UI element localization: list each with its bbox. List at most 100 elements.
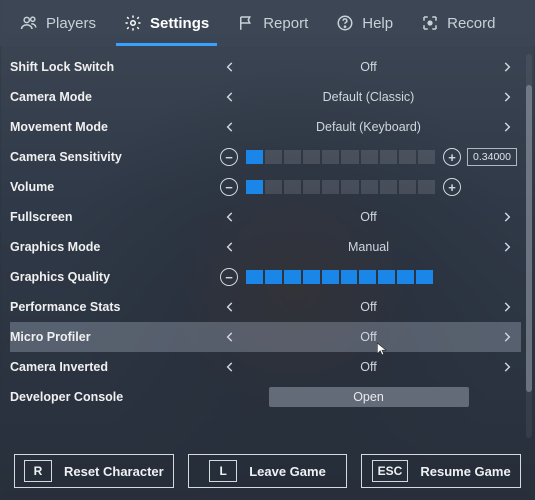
slider-segment bbox=[399, 150, 416, 164]
setting-label: Camera Inverted bbox=[10, 360, 220, 374]
chevron-right-icon[interactable] bbox=[497, 88, 517, 106]
slider-segment bbox=[418, 150, 435, 164]
slider-segment bbox=[322, 180, 339, 194]
setting-shift-lock: Shift Lock Switch Off bbox=[10, 52, 521, 82]
setting-camera-sensitivity: Camera Sensitivity − + 0.34000 bbox=[10, 142, 521, 172]
chevron-right-icon[interactable] bbox=[497, 328, 517, 346]
record-icon bbox=[421, 14, 439, 32]
slider-segment bbox=[418, 180, 435, 194]
setting-label: Camera Sensitivity bbox=[10, 150, 220, 164]
setting-value: Default (Keyboard) bbox=[316, 120, 421, 134]
gear-icon bbox=[124, 14, 142, 32]
volume-slider[interactable] bbox=[246, 180, 435, 194]
sensitivity-slider[interactable] bbox=[246, 150, 435, 164]
chevron-left-icon[interactable] bbox=[220, 328, 240, 346]
leave-game-button[interactable]: L Leave Game bbox=[188, 454, 348, 488]
tab-report[interactable]: Report bbox=[223, 0, 322, 46]
chevron-right-icon[interactable] bbox=[497, 208, 517, 226]
reset-character-button[interactable]: R Reset Character bbox=[14, 454, 174, 488]
slider-segment bbox=[246, 270, 263, 284]
slider-segment bbox=[284, 180, 301, 194]
setting-label: Developer Console bbox=[10, 390, 220, 404]
tab-settings[interactable]: Settings bbox=[110, 0, 223, 46]
setting-movement-mode: Movement Mode Default (Keyboard) bbox=[10, 112, 521, 142]
help-icon bbox=[336, 14, 354, 32]
pause-menu: Players Settings Report Help Record bbox=[0, 0, 535, 500]
slider-segment bbox=[246, 150, 263, 164]
chevron-right-icon[interactable] bbox=[497, 298, 517, 316]
tab-help[interactable]: Help bbox=[322, 0, 407, 46]
scrollbar[interactable] bbox=[526, 54, 532, 438]
slider-segment bbox=[361, 180, 378, 194]
slider-segment bbox=[416, 270, 433, 284]
players-icon bbox=[20, 14, 38, 32]
decrease-button[interactable]: − bbox=[220, 178, 238, 196]
setting-value: Off bbox=[360, 300, 376, 314]
chevron-left-icon[interactable] bbox=[220, 208, 240, 226]
slider-segment bbox=[265, 150, 282, 164]
slider-segment bbox=[246, 180, 263, 194]
slider-segment bbox=[303, 150, 320, 164]
setting-label: Graphics Quality bbox=[10, 270, 220, 284]
button-label: Reset Character bbox=[64, 464, 164, 479]
tab-record[interactable]: Record bbox=[407, 0, 509, 46]
chevron-left-icon[interactable] bbox=[220, 118, 240, 136]
setting-label: Shift Lock Switch bbox=[10, 60, 220, 74]
setting-value: Manual bbox=[348, 240, 389, 254]
tab-players[interactable]: Players bbox=[6, 0, 110, 46]
resume-game-button[interactable]: ESC Resume Game bbox=[361, 454, 521, 488]
open-dev-console-button[interactable]: Open bbox=[269, 387, 469, 407]
slider-segment bbox=[265, 180, 282, 194]
chevron-left-icon[interactable] bbox=[220, 298, 240, 316]
chevron-left-icon[interactable] bbox=[220, 58, 240, 76]
graphics-quality-slider[interactable] bbox=[246, 270, 433, 284]
slider-segment bbox=[341, 180, 358, 194]
slider-segment bbox=[341, 150, 358, 164]
slider-segment bbox=[359, 270, 376, 284]
setting-value: Off bbox=[360, 210, 376, 224]
slider-segment bbox=[284, 270, 301, 284]
slider-segment bbox=[380, 180, 397, 194]
tab-report-label: Report bbox=[263, 15, 308, 32]
slider-segment bbox=[380, 150, 397, 164]
slider-segment bbox=[265, 270, 282, 284]
slider-segment bbox=[378, 270, 395, 284]
chevron-left-icon[interactable] bbox=[220, 88, 240, 106]
setting-label: Micro Profiler bbox=[10, 330, 220, 344]
setting-camera-inverted: Camera Inverted Off bbox=[10, 352, 521, 382]
sensitivity-value-box[interactable]: 0.34000 bbox=[467, 148, 517, 166]
setting-value: Off bbox=[360, 360, 376, 374]
keycap: ESC bbox=[372, 460, 409, 482]
decrease-button[interactable]: − bbox=[220, 148, 238, 166]
keycap: R bbox=[24, 460, 52, 482]
slider-segment bbox=[397, 270, 414, 284]
setting-graphics-quality: Graphics Quality − bbox=[10, 262, 521, 292]
slider-segment bbox=[303, 180, 320, 194]
setting-label: Movement Mode bbox=[10, 120, 220, 134]
setting-label: Fullscreen bbox=[10, 210, 220, 224]
settings-list: Shift Lock Switch Off Camera Mode Defaul… bbox=[0, 46, 521, 446]
decrease-button[interactable]: − bbox=[220, 268, 238, 286]
footer-buttons: R Reset Character L Leave Game ESC Resum… bbox=[0, 446, 535, 500]
slider-segment bbox=[284, 150, 301, 164]
tab-settings-label: Settings bbox=[150, 15, 209, 32]
scrollbar-thumb[interactable] bbox=[526, 85, 532, 392]
slider-segment bbox=[361, 150, 378, 164]
settings-scroll-area: Shift Lock Switch Off Camera Mode Defaul… bbox=[0, 46, 535, 446]
chevron-right-icon[interactable] bbox=[497, 58, 517, 76]
chevron-right-icon[interactable] bbox=[497, 118, 517, 136]
setting-graphics-mode: Graphics Mode Manual bbox=[10, 232, 521, 262]
flag-icon bbox=[237, 14, 255, 32]
chevron-left-icon[interactable] bbox=[220, 238, 240, 256]
setting-value: Default (Classic) bbox=[323, 90, 415, 104]
tab-help-label: Help bbox=[362, 15, 393, 32]
setting-value: Off bbox=[360, 60, 376, 74]
chevron-right-icon[interactable] bbox=[497, 238, 517, 256]
increase-button[interactable]: + bbox=[443, 178, 461, 196]
chevron-left-icon[interactable] bbox=[220, 358, 240, 376]
increase-button[interactable]: + bbox=[443, 148, 461, 166]
setting-label: Graphics Mode bbox=[10, 240, 220, 254]
setting-label: Volume bbox=[10, 180, 220, 194]
chevron-right-icon[interactable] bbox=[497, 358, 517, 376]
setting-label: Performance Stats bbox=[10, 300, 220, 314]
